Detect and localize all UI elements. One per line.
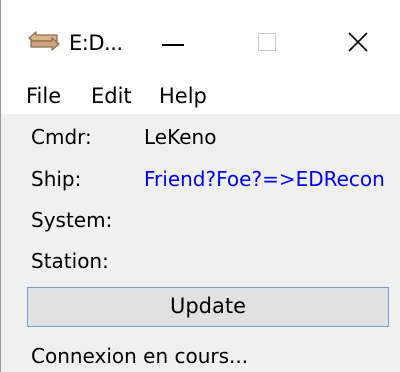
menu-edit[interactable]: Edit (91, 84, 132, 108)
cmdr-label: Cmdr: (31, 125, 92, 149)
title-bar[interactable]: E:D... (1, 0, 400, 74)
minimize-button[interactable] (157, 22, 197, 62)
window-title: E:D... (69, 31, 123, 55)
ship-label: Ship: (31, 167, 82, 191)
menu-help[interactable]: Help (159, 84, 207, 108)
update-button[interactable]: Update (27, 287, 389, 327)
ship-link[interactable]: Friend?Foe?=>EDRecon (144, 167, 385, 191)
close-icon (348, 32, 368, 52)
close-button[interactable] (340, 22, 380, 62)
maximize-icon (258, 33, 276, 51)
menu-file[interactable]: File (26, 84, 61, 108)
maximize-button[interactable] (251, 22, 291, 62)
app-window: E:D... File Edit Help Cmdr: LeKeno Ship:… (0, 0, 400, 372)
minimize-icon (162, 44, 184, 46)
status-text: Connexion en cours... (31, 344, 249, 368)
station-label: Station: (31, 249, 109, 273)
system-label: System: (31, 208, 113, 232)
menu-bar: File Edit Help (1, 74, 400, 114)
arrows-swap-icon (27, 31, 61, 51)
cmdr-value: LeKeno (144, 125, 217, 149)
